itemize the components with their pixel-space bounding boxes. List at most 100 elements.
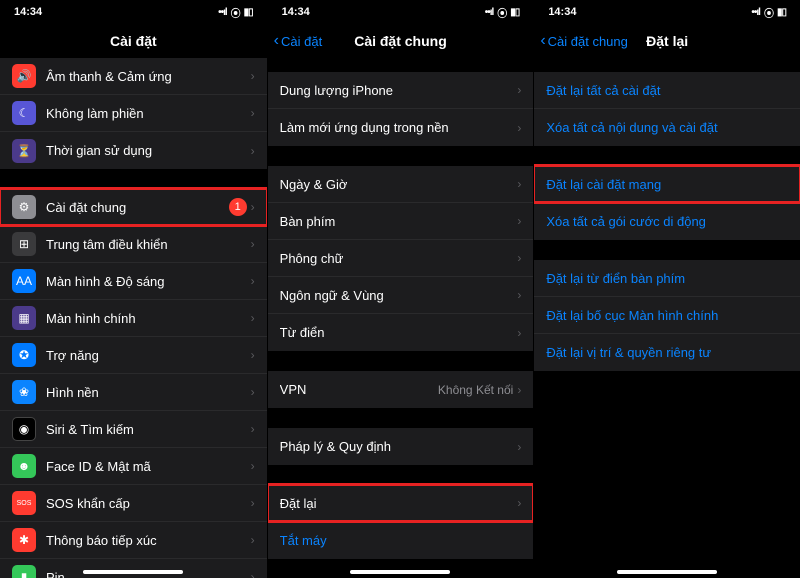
reset-list[interactable]: Đặt lại tất cả cài đặt Xóa tất cả nội dun… (534, 58, 800, 578)
settings-row[interactable]: ☾Không làm phiền› (0, 95, 267, 132)
settings-row[interactable]: Phông chữ› (268, 240, 534, 277)
settings-row[interactable]: Bàn phím› (268, 203, 534, 240)
row-label: Đặt lại tất cả cài đặt (546, 83, 788, 98)
battery-icon: ▮▯ (244, 7, 253, 18)
battery-icon: ▮▯ (510, 7, 519, 18)
settings-row[interactable]: ◉Siri & Tìm kiếm› (0, 411, 267, 448)
row-label: Không làm phiền (46, 106, 251, 121)
settings-row[interactable]: Tắt máy (268, 522, 534, 559)
row-label: Trung tâm điều khiển (46, 237, 251, 252)
settings-row[interactable]: Đặt lại› (268, 485, 534, 522)
wifi-icon: ⦿ (231, 5, 240, 20)
settings-group: Đặt lại tất cả cài đặt Xóa tất cả nội dun… (534, 72, 800, 146)
settings-row[interactable]: Ngày & Giờ› (268, 166, 534, 203)
chevron-right-icon: › (251, 311, 255, 325)
row-label: Hình nền (46, 385, 251, 400)
settings-row[interactable]: ⚙Cài đặt chung1› (0, 189, 267, 226)
settings-row[interactable]: Xóa tất cả nội dung và cài đặt (534, 109, 800, 146)
settings-row[interactable]: VPNKhông Kết nối› (268, 371, 534, 408)
row-label: Tắt máy (280, 533, 522, 548)
settings-group: Dung lượng iPhone›Làm mới ứng dụng trong… (268, 72, 534, 146)
row-label: Ngôn ngữ & Vùng (280, 288, 518, 303)
screen-general: 14:34 ••ıl ⦿ ▮▯ ‹ Cài đặt Cài đặt chung … (267, 0, 534, 578)
settings-row[interactable]: Đặt lại tất cả cài đặt (534, 72, 800, 109)
chevron-right-icon: › (251, 422, 255, 436)
row-label: Cài đặt chung (46, 200, 229, 215)
settings-row[interactable]: ▦Màn hình chính› (0, 300, 267, 337)
settings-row[interactable]: ✪Trợ năng› (0, 337, 267, 374)
chevron-right-icon: › (251, 348, 255, 362)
chevron-left-icon: ‹ (540, 32, 545, 50)
row-label: Ngày & Giờ (280, 177, 518, 192)
settings-row[interactable]: Đặt lại vị trí & quyền riêng tư (534, 334, 800, 371)
settings-row[interactable]: Đặt lại bố cục Màn hình chính (534, 297, 800, 334)
accessibility-icon: ✪ (12, 343, 36, 367)
home-indicator[interactable] (617, 570, 717, 574)
row-label: Màn hình chính (46, 311, 251, 326)
signal-icon: ••ıl (218, 7, 227, 18)
faceid-icon: ☻ (12, 454, 36, 478)
chevron-right-icon: › (251, 237, 255, 251)
chevron-right-icon: › (517, 288, 521, 302)
settings-row[interactable]: ☻Face ID & Mật mã› (0, 448, 267, 485)
status-bar: 14:34 ••ıl ⦿ ▮▯ (268, 0, 534, 24)
settings-row[interactable]: ✱Thông báo tiếp xúc› (0, 522, 267, 559)
settings-row[interactable]: Dung lượng iPhone› (268, 72, 534, 109)
settings-list[interactable]: 🔊Âm thanh & Cảm ứng›☾Không làm phiền› ⏳ Th… (0, 58, 267, 578)
signal-icon: ••ıl (751, 7, 760, 18)
row-label: Đặt lại cài đặt mạng (546, 177, 788, 192)
status-icons: ••ıl ⦿ ▮▯ (218, 5, 253, 20)
settings-row[interactable]: Pháp lý & Quy định› (268, 428, 534, 465)
hourglass-icon: ⏳ (12, 139, 36, 163)
notification-badge: 1 (229, 198, 247, 216)
settings-row[interactable]: ⊞Trung tâm điều khiển› (0, 226, 267, 263)
settings-group: 🔊Âm thanh & Cảm ứng›☾Không làm phiền› ⏳ Th… (0, 58, 267, 169)
back-label: Cài đặt (281, 34, 322, 49)
home-indicator[interactable] (350, 570, 450, 574)
row-label: Màn hình & Độ sáng (46, 274, 251, 289)
settings-row[interactable]: 🔊Âm thanh & Cảm ứng› (0, 58, 267, 95)
page-title: Cài đặt chung (354, 33, 447, 49)
row-label: VPN (280, 382, 438, 397)
settings-row[interactable]: Ngôn ngữ & Vùng› (268, 277, 534, 314)
settings-row[interactable]: ⏳Thời gian sử dụng› (0, 132, 267, 169)
settings-group: Đặt lại cài đặt mạng Xóa tất cả gói cước … (534, 166, 800, 240)
settings-row[interactable]: SOSSOS khẩn cấp› (0, 485, 267, 522)
back-button[interactable]: ‹ Cài đặt (274, 32, 323, 50)
chevron-right-icon: › (517, 83, 521, 97)
settings-row[interactable]: Xóa tất cả gói cước di động (534, 203, 800, 240)
status-icons: ••ıl ⦿ ▮▯ (751, 5, 786, 20)
signal-icon: ••ıl (485, 7, 494, 18)
settings-row[interactable]: Đặt lại từ điển bàn phím (534, 260, 800, 297)
row-label: Thời gian sử dụng (46, 143, 251, 158)
row-label: Thông báo tiếp xúc (46, 533, 251, 548)
back-label: Cài đặt chung (548, 34, 628, 49)
general-list[interactable]: Dung lượng iPhone›Làm mới ứng dụng trong… (268, 58, 534, 578)
chevron-right-icon: › (251, 459, 255, 473)
settings-row[interactable]: ▮Pin› (0, 559, 267, 578)
back-button[interactable]: ‹ Cài đặt chung (540, 32, 628, 50)
status-time: 14:34 (282, 6, 310, 18)
settings-row[interactable]: AAMàn hình & Độ sáng› (0, 263, 267, 300)
battery-icon: ▮ (12, 565, 36, 578)
status-icons: ••ıl ⦿ ▮▯ (485, 5, 520, 20)
chevron-right-icon: › (251, 69, 255, 83)
sos-icon: SOS (12, 491, 36, 515)
chevron-right-icon: › (251, 200, 255, 214)
chevron-right-icon: › (251, 570, 255, 578)
row-label: Siri & Tìm kiếm (46, 422, 251, 437)
settings-row[interactable]: Làm mới ứng dụng trong nền› (268, 109, 534, 146)
chevron-right-icon: › (251, 106, 255, 120)
row-value: Không Kết nối (438, 383, 513, 397)
settings-row[interactable]: Đặt lại cài đặt mạng (534, 166, 800, 203)
status-bar: 14:34 ••ıl ⦿ ▮▯ (534, 0, 800, 24)
settings-row[interactable]: ❀Hình nền› (0, 374, 267, 411)
chevron-right-icon: › (517, 214, 521, 228)
chevron-right-icon: › (251, 533, 255, 547)
screen-settings: 14:34 ••ıl ⦿ ▮▯ Cài đặt 🔊Âm thanh & Cảm … (0, 0, 267, 578)
row-label: Bàn phím (280, 214, 518, 229)
row-label: Âm thanh & Cảm ứng (46, 69, 251, 84)
settings-row[interactable]: Từ điển› (268, 314, 534, 351)
home-indicator[interactable] (83, 570, 183, 574)
chevron-right-icon: › (517, 326, 521, 340)
